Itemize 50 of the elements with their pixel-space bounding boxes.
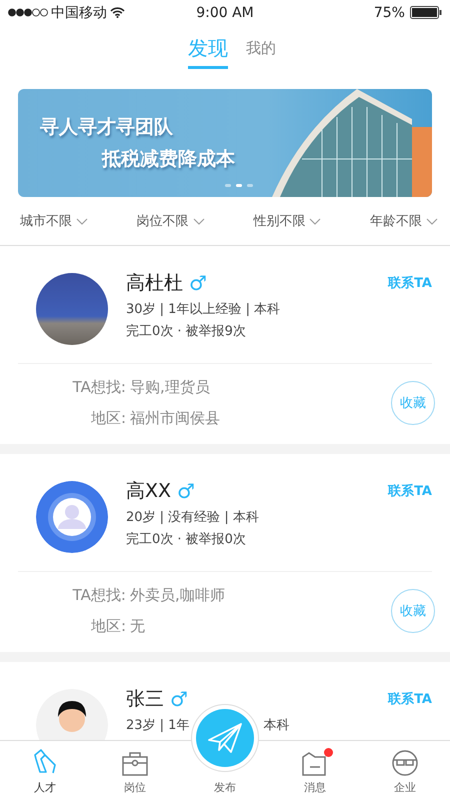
wifi-icon — [110, 7, 125, 18]
person-name: 高XX — [126, 479, 172, 504]
nav-label: 企业 — [394, 780, 416, 795]
person-name: 张三 — [126, 687, 164, 712]
gender-symbol: ♂ — [177, 479, 195, 503]
field-value: 导购,理货员 — [130, 378, 210, 397]
work-stats: 完工0次 · 被举报9次 — [126, 323, 247, 340]
clock-time: 9:00 AM — [196, 4, 254, 20]
battery-percent: 75% — [374, 4, 405, 20]
profile-details: 30岁 | 1年以上经验 | 本科 — [126, 301, 282, 318]
profile-details: 本科 — [263, 717, 290, 734]
nav-tab[interactable]: 企业 — [360, 741, 450, 800]
nav-label: 岗位 — [124, 780, 146, 795]
field-label: 地区: — [90, 617, 126, 636]
profile-details: 20岁 | 没有经验 | 本科 — [126, 509, 260, 526]
nav-label[interactable]: 发布 — [214, 780, 236, 795]
battery-icon — [410, 6, 442, 19]
publish-button[interactable] — [196, 709, 254, 767]
signal-icon — [8, 8, 48, 17]
nav-label: 消息 — [304, 780, 326, 795]
profile-details: 23岁 | 1年 — [126, 717, 190, 734]
field-value: 无 — [130, 617, 145, 636]
filter-dropdown[interactable]: 岗位不限 — [136, 212, 205, 230]
banner-headline: 寻人寻才寻团队 — [40, 115, 174, 140]
nav-tab[interactable]: 人才 — [0, 741, 90, 800]
field-label: TA想找: — [72, 586, 126, 605]
filter-dropdown[interactable]: 年龄不限 — [370, 212, 438, 230]
carrier-name: 中国移动 — [51, 4, 107, 22]
chevron-down-icon — [426, 218, 438, 224]
banner-subline: 抵税减费降成本 — [100, 147, 235, 172]
gender-symbol: ♂ — [170, 687, 188, 711]
field-label: 地区: — [90, 409, 126, 428]
field-value: 外卖员,咖啡师 — [130, 586, 225, 605]
filter-dropdown[interactable]: 性别不限 — [253, 212, 322, 230]
work-stats: 完工0次 · 被举报0次 — [126, 531, 247, 548]
nav-tab[interactable]: 岗位 — [90, 741, 180, 800]
chevron-down-icon — [309, 218, 322, 224]
glasses-icon — [391, 749, 419, 777]
field-value: 福州市闽侯县 — [130, 409, 220, 428]
avatar-icon — [36, 481, 108, 553]
filter-dropdown[interactable]: 城市不限 — [20, 212, 88, 230]
gender-symbol: ♂ — [189, 271, 207, 295]
nav-label: 人才 — [34, 780, 56, 795]
profile-card[interactable]: 张三 ♂ 23岁 | 1年 本科 联系TA — [0, 662, 450, 740]
chevron-down-icon — [76, 218, 88, 224]
person-name: 高杜杜 — [126, 271, 183, 296]
field-label: TA想找: — [72, 378, 126, 397]
nav-tab[interactable]: 消息 — [270, 741, 360, 800]
top-tab[interactable]: 我的 — [246, 35, 276, 65]
chevron-down-icon — [192, 218, 205, 224]
